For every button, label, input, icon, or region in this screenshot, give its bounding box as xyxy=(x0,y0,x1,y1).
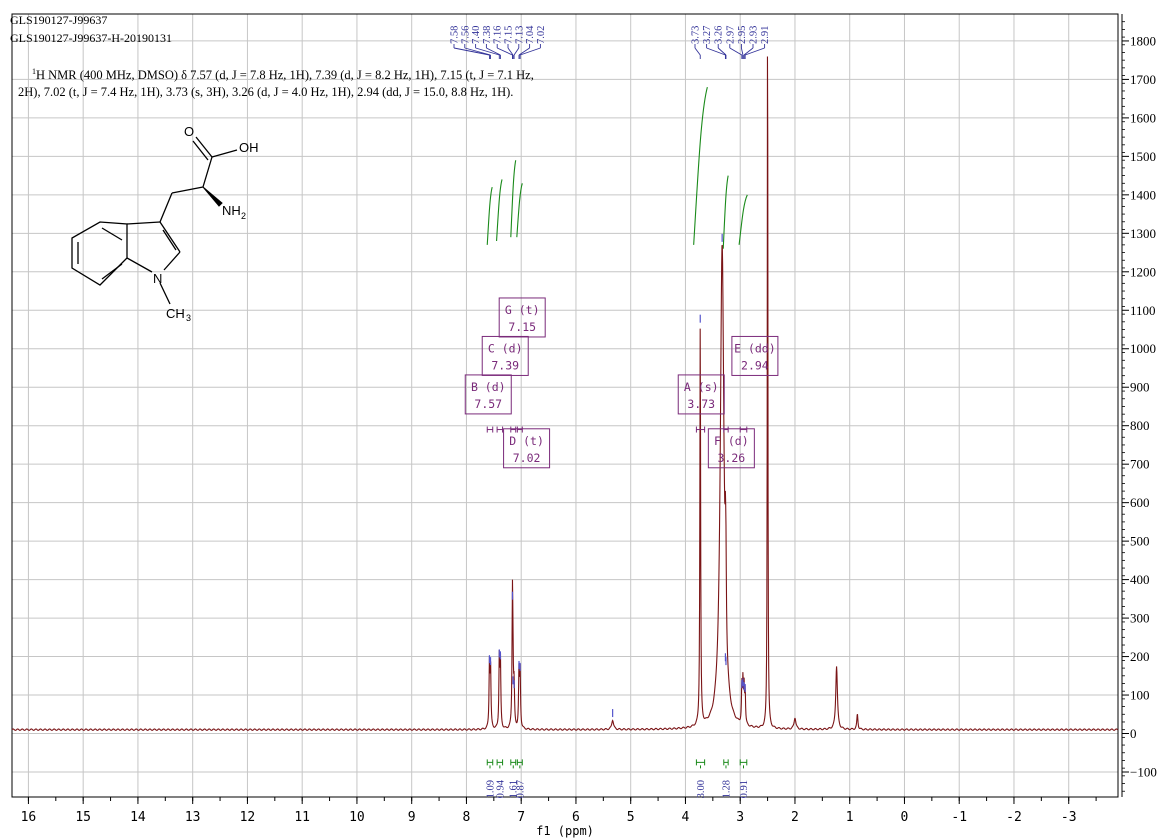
multiplet-shift: 2.94 xyxy=(741,358,769,372)
x-tick-label: -3 xyxy=(1061,810,1077,825)
x-tick-label: 15 xyxy=(75,810,91,825)
multiplet-shift: 3.26 xyxy=(718,451,746,465)
multiplet-shift: 7.02 xyxy=(513,451,541,465)
aromatic-peak-label-text: 7.15 xyxy=(504,26,515,44)
multiplet-label: D (t) xyxy=(509,434,544,448)
multiplet-label: A (s) xyxy=(684,380,719,394)
atom-label-nh: NH xyxy=(222,203,241,218)
integral-value: 0.94 xyxy=(495,779,506,798)
x-axis-label: f1 (ppm) xyxy=(536,824,594,838)
x-tick-label: 4 xyxy=(682,810,690,825)
atom-label-oh: OH xyxy=(239,140,259,155)
y-tick-label: 900 xyxy=(1130,380,1150,395)
x-tick-label: 12 xyxy=(240,810,256,825)
aliphatic-peak-label-text: 3.27 xyxy=(702,26,713,44)
nmr-description-line1: 1H NMR (400 MHz, DMSO) δ 7.57 (d, J = 7.… xyxy=(32,67,534,83)
y-tick-label: 1000 xyxy=(1130,341,1156,356)
atom-label-n: N xyxy=(153,271,162,286)
x-tick-label: 13 xyxy=(185,810,201,825)
x-tick-label: -2 xyxy=(1006,810,1022,825)
integral-value: 1.28 xyxy=(721,780,732,798)
multiplet-label: B (d) xyxy=(471,380,506,394)
atom-label-ch-subscript: 3 xyxy=(186,313,191,323)
integral-value: 0.87 xyxy=(515,780,526,798)
y-tick-label: 400 xyxy=(1130,572,1150,587)
y-tick-label: 800 xyxy=(1130,418,1150,433)
y-tick-label: 600 xyxy=(1130,495,1150,510)
integral-value: 3.00 xyxy=(696,780,707,798)
x-tick-label: 2 xyxy=(791,810,799,825)
aromatic-peak-label-text: 7.16 xyxy=(493,26,504,44)
y-tick-label: 1500 xyxy=(1130,149,1156,164)
aliphatic-peak-label-text: 2.93 xyxy=(749,26,760,44)
multiplet-label: E (dd) xyxy=(734,341,776,355)
aromatic-peak-label-text: 7.02 xyxy=(536,26,547,44)
y-tick-label: 1200 xyxy=(1130,264,1156,279)
y-tick-label: 1300 xyxy=(1130,226,1156,241)
plot-background xyxy=(12,14,1118,797)
y-tick-label: 1700 xyxy=(1130,72,1156,87)
y-tick-label: 500 xyxy=(1130,534,1150,549)
aliphatic-peak-label-text: 3.73 xyxy=(691,26,702,44)
y-tick-label: 300 xyxy=(1130,611,1150,626)
grid xyxy=(12,14,1118,797)
multiplet-shift: 3.73 xyxy=(687,397,715,411)
x-tick-label: 8 xyxy=(463,810,471,825)
aliphatic-peak-label-text: 2.91 xyxy=(760,26,771,44)
x-tick-label: 14 xyxy=(130,810,146,825)
multiplet-shift: 7.39 xyxy=(491,358,519,372)
multiplet-label: F (d) xyxy=(714,434,749,448)
y-tick-label: 700 xyxy=(1130,457,1150,472)
nmr-description-line2: 2H), 7.02 (t, J = 7.4 Hz, 1H), 3.73 (s, … xyxy=(18,85,514,100)
aliphatic-peak-label-text: 2.95 xyxy=(737,26,748,44)
multiplet-label: C (d) xyxy=(488,341,523,355)
atom-label-o: O xyxy=(184,124,194,139)
aliphatic-peak-label-text: 3.26 xyxy=(714,26,725,44)
y-tick-label: 1100 xyxy=(1130,303,1156,318)
sample-name: GLS190127-J99637 xyxy=(10,13,108,27)
x-tick-label: 3 xyxy=(736,810,744,825)
aromatic-peak-label-text: 7.38 xyxy=(482,26,493,44)
x-tick-label: 11 xyxy=(294,810,310,825)
y-tick-label: 0 xyxy=(1130,726,1137,741)
multiplet-shift: 7.57 xyxy=(474,397,502,411)
atom-label-nh-subscript: 2 xyxy=(241,211,246,221)
aromatic-peak-label-text: 7.40 xyxy=(471,26,482,44)
aromatic-peak-label-text: 7.58 xyxy=(450,26,461,44)
multiplet-shift: 7.15 xyxy=(508,320,536,334)
x-tick-label: 1 xyxy=(846,810,854,825)
x-tick-label: 7 xyxy=(517,810,525,825)
atom-label-ch: CH xyxy=(166,306,185,321)
nmr-spectrum-plot: 16 15 14 13 12 11 10 9 8 7 6 5 4 3 2 1 0 -1 -2 -3f1 (ppm)−1… xyxy=(11,13,1157,838)
x-tick-label: 16 xyxy=(21,810,37,825)
integral-value: 0.91 xyxy=(739,780,750,798)
x-tick-label: 9 xyxy=(408,810,416,825)
y-tick-label: 1400 xyxy=(1130,187,1156,202)
x-tick-label: 10 xyxy=(349,810,365,825)
y-tick-label: 1800 xyxy=(1130,33,1156,48)
x-tick-label: 6 xyxy=(572,810,580,825)
aromatic-peak-label-text: 7.56 xyxy=(460,26,471,44)
aromatic-peak-label-text: 7.13 xyxy=(514,26,525,44)
x-tick-label: 5 xyxy=(627,810,635,825)
y-tick-label: 100 xyxy=(1130,688,1150,703)
sample-experiment-name: GLS190127-J99637-H-20190131 xyxy=(10,31,172,45)
x-tick-label: -1 xyxy=(951,810,967,825)
aliphatic-peak-label-text: 2.97 xyxy=(725,26,736,44)
nmr-description: 1H NMR (400 MHz, DMSO) δ 7.57 (d, J = 7.… xyxy=(18,63,534,101)
y-tick-label: −100 xyxy=(1130,764,1157,779)
aromatic-peak-label-text: 7.04 xyxy=(525,25,536,44)
y-tick-label: 200 xyxy=(1130,649,1150,664)
multiplet-label: G (t) xyxy=(505,303,540,317)
x-tick-label: 0 xyxy=(901,810,909,825)
y-tick-label: 1600 xyxy=(1130,110,1156,125)
